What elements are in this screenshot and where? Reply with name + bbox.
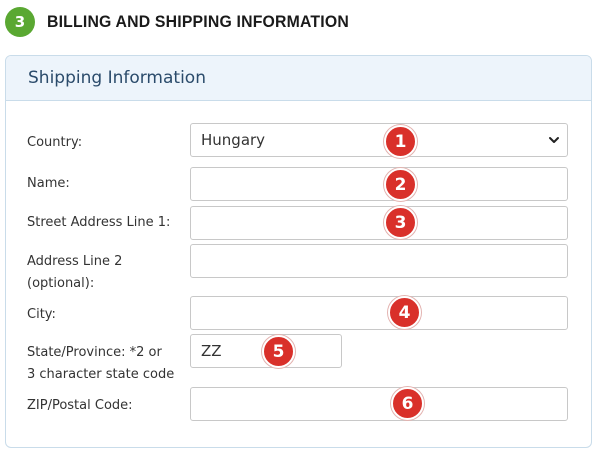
state-province-label-line1: State/Province: *2 or (27, 345, 162, 360)
section-header: 3 BILLING AND SHIPPING INFORMATION (5, 7, 372, 37)
address-line-2-label-line1: Address Line 2 (27, 254, 123, 269)
marker-2: 2 (384, 168, 417, 201)
country-select-value: Hungary (201, 131, 266, 149)
name-label: Name: (27, 176, 70, 191)
marker-4: 4 (388, 296, 421, 329)
section-title: BILLING AND SHIPPING INFORMATION (47, 12, 349, 31)
panel-header: Shipping Information (6, 56, 591, 101)
panel-title: Shipping Information (28, 68, 206, 88)
address-line-2-label-line2: (optional): (27, 276, 95, 291)
marker-3: 3 (384, 206, 417, 239)
marker-6: 6 (391, 387, 424, 420)
street-address-1-label: Street Address Line 1: (27, 215, 171, 230)
step-number-badge: 3 (5, 7, 35, 37)
country-select[interactable]: Hungary (190, 123, 568, 157)
address-line-2-label: Address Line 2 (optional): (27, 251, 122, 295)
address-line-2-input[interactable] (190, 244, 568, 278)
zip-postal-code-label: ZIP/Postal Code: (27, 398, 133, 413)
state-province-label-line2: 3 character state code (27, 367, 175, 382)
marker-5: 5 (262, 335, 295, 368)
country-label: Country: (27, 135, 83, 150)
street-address-1-input[interactable] (190, 206, 568, 240)
marker-1: 1 (384, 125, 417, 158)
zip-postal-code-input[interactable] (190, 387, 568, 421)
city-input[interactable] (190, 296, 568, 330)
state-province-label: State/Province: *2 or 3 character state … (27, 342, 174, 386)
city-label: City: (27, 307, 56, 322)
name-input[interactable] (190, 167, 568, 201)
chevron-down-icon (549, 137, 559, 143)
